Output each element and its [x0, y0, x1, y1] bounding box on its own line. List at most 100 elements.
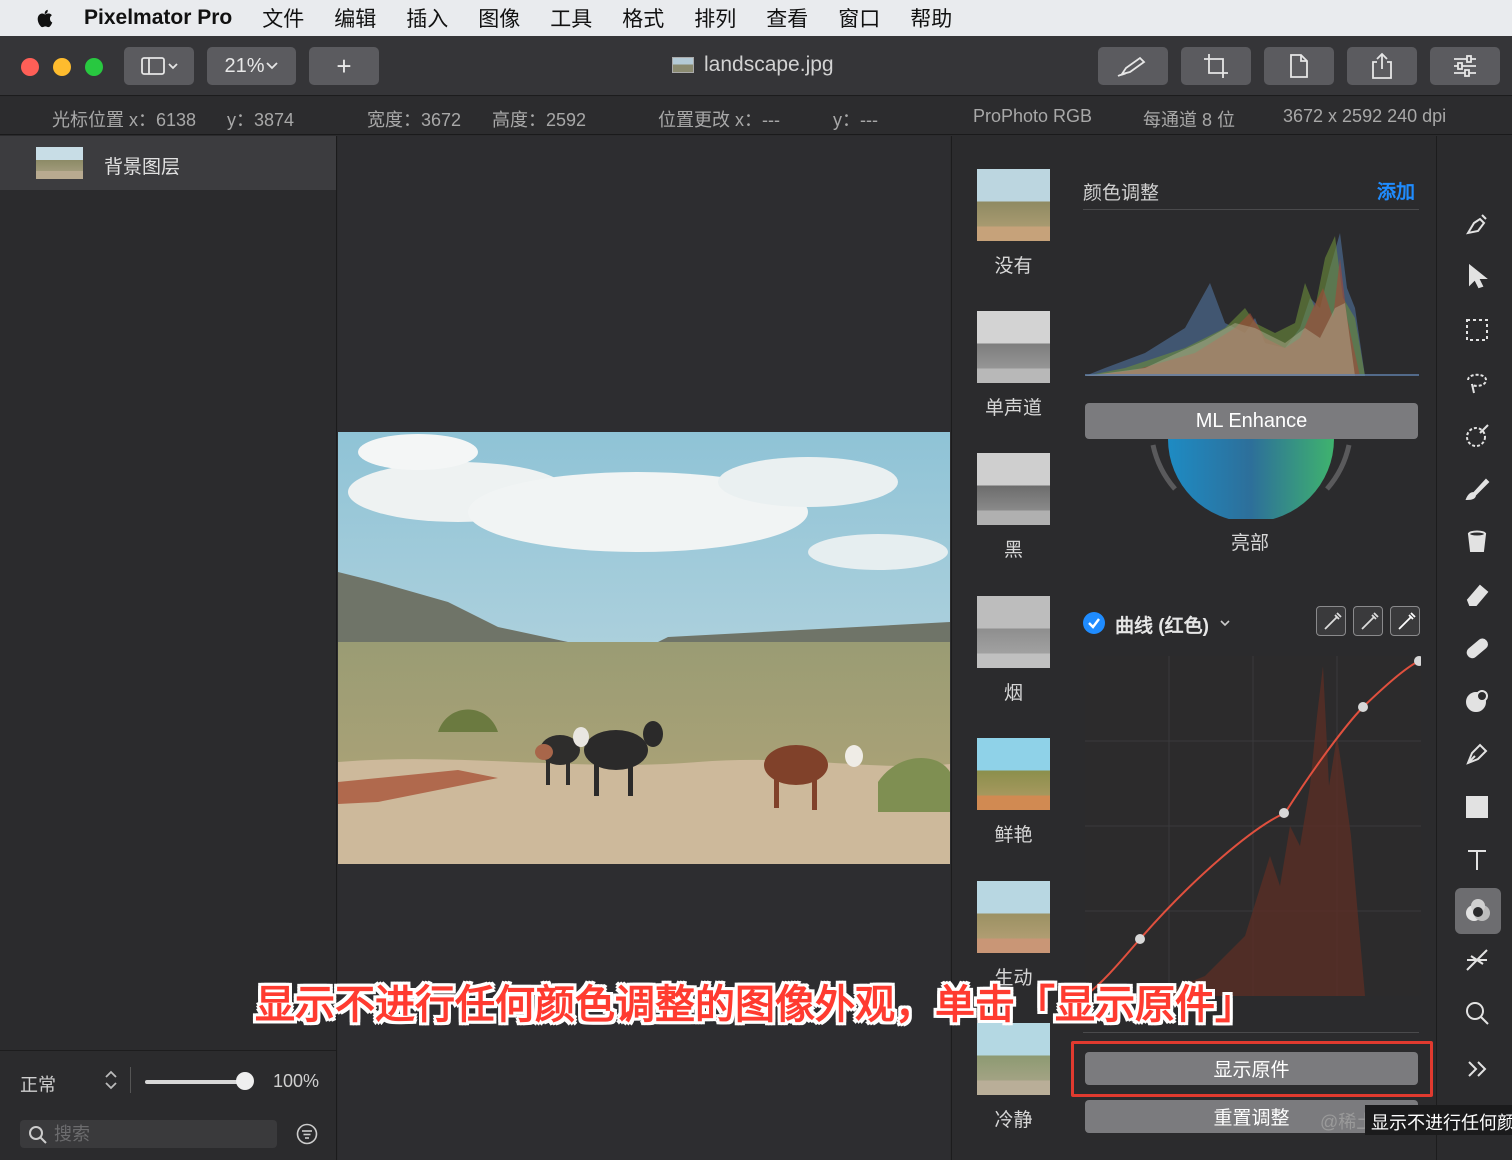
- search-input[interactable]: [54, 1122, 264, 1146]
- share-button[interactable]: [1347, 47, 1417, 85]
- menu-window[interactable]: 窗口: [838, 3, 880, 33]
- landscape-photo[interactable]: [338, 432, 950, 864]
- shape-tool[interactable]: [1459, 789, 1495, 825]
- apple-logo-icon[interactable]: [34, 7, 54, 29]
- divider: [130, 1067, 131, 1093]
- menu-edit[interactable]: 编辑: [334, 3, 376, 33]
- filter-icon[interactable]: [296, 1123, 318, 1145]
- color-wheel[interactable]: [1131, 439, 1371, 519]
- magnifier-icon: [1466, 1002, 1489, 1025]
- select-tool[interactable]: [1459, 259, 1495, 295]
- cursor-x: 光标位置 x：6138: [52, 110, 197, 130]
- menu-arrange[interactable]: 排列: [694, 3, 736, 33]
- effects-tool[interactable]: [1459, 942, 1495, 978]
- cursor-y: y：3874: [227, 110, 295, 130]
- format-button[interactable]: [1264, 47, 1334, 85]
- close-window-button[interactable]: [21, 58, 39, 76]
- preset-black[interactable]: 黑: [977, 453, 1050, 562]
- preset-thumbnail: [977, 881, 1050, 953]
- blend-mode-select[interactable]: 正常: [20, 1071, 56, 1097]
- tools-strip: [1436, 136, 1512, 1160]
- preset-thumbnail: [977, 1023, 1050, 1095]
- menu-file[interactable]: 文件: [262, 3, 304, 33]
- menu-view[interactable]: 查看: [766, 3, 808, 33]
- sparkle-icon: [1466, 949, 1488, 971]
- app-name-menu[interactable]: Pixelmator Pro: [84, 6, 232, 30]
- pen-tool[interactable]: [1459, 736, 1495, 772]
- preset-thumbnail: [977, 738, 1050, 810]
- preset-label: 黑: [1003, 540, 1023, 561]
- zoom-window-button[interactable]: [85, 58, 103, 76]
- eyedropper-icon: [1324, 612, 1342, 630]
- menu-insert[interactable]: 插入: [406, 3, 448, 33]
- lasso-tool[interactable]: [1459, 365, 1495, 401]
- preset-label: 鲜艳: [994, 825, 1033, 846]
- gray-point-eyedropper[interactable]: [1353, 606, 1383, 636]
- eyedropper-icon: [1361, 612, 1379, 630]
- pen-tool-icon: [1117, 56, 1146, 77]
- preset-vivid[interactable]: 鲜艳: [977, 738, 1050, 847]
- tutorial-caption: 显示不进行任何颜色调整的图像外观，单击「显示原件」: [255, 983, 1255, 1027]
- annotate-button[interactable]: [1098, 47, 1168, 85]
- chevron-down-icon: [265, 62, 278, 70]
- zoom-dropdown[interactable]: 21%: [207, 47, 296, 85]
- add-adjustment-button[interactable]: 添加: [1377, 177, 1415, 204]
- layers-search-field[interactable]: [20, 1120, 277, 1148]
- wheel-label: 亮部: [1231, 533, 1270, 554]
- color-adjust-tool[interactable]: [1455, 888, 1501, 934]
- add-button[interactable]: +: [309, 47, 379, 85]
- preset-smoke[interactable]: 烟: [977, 596, 1050, 705]
- preset-label: 单声道: [984, 398, 1042, 419]
- menu-image[interactable]: 图像: [478, 3, 520, 33]
- preset-none[interactable]: 没有: [977, 169, 1050, 278]
- square-icon: [1466, 796, 1488, 818]
- layer-row-background[interactable]: 背景图层: [0, 136, 336, 190]
- menu-format[interactable]: 格式: [622, 3, 664, 33]
- erase-tool[interactable]: [1459, 577, 1495, 613]
- opacity-slider-knob[interactable]: [236, 1072, 254, 1090]
- ml-enhance-button[interactable]: ML Enhance: [1085, 403, 1418, 439]
- chevron-down-icon[interactable]: [1219, 618, 1231, 628]
- checkmark-icon: [1088, 618, 1100, 629]
- image-height: 高度：2592: [492, 110, 587, 130]
- fill-tool[interactable]: [1459, 524, 1495, 560]
- color-adjust-icon: [1466, 899, 1490, 921]
- eraser-icon: [1466, 584, 1489, 606]
- menu-tools[interactable]: 工具: [550, 3, 592, 33]
- white-point-eyedropper[interactable]: [1390, 606, 1420, 636]
- retouch-tool[interactable]: [1459, 630, 1495, 666]
- curves-enabled-checkbox[interactable]: [1083, 612, 1105, 634]
- document-icon: [1290, 54, 1308, 78]
- arrange-tool[interactable]: [1459, 206, 1495, 242]
- zoom-tool[interactable]: [1459, 995, 1495, 1031]
- menu-help[interactable]: 帮助: [910, 3, 952, 33]
- image-dimensions: 3672 x 2592 240 dpi: [1283, 106, 1447, 126]
- text-icon: [1468, 850, 1486, 870]
- rect-select-tool[interactable]: [1459, 312, 1495, 348]
- cursor-arrow-icon: [1469, 264, 1488, 289]
- opacity-slider[interactable]: [145, 1080, 245, 1084]
- up-down-chevron-icon[interactable]: [104, 1069, 118, 1091]
- document-thumbnail-icon: [672, 57, 694, 73]
- curves-channel-dropdown[interactable]: 曲线 (红色): [1115, 611, 1209, 638]
- clone-tool[interactable]: [1459, 683, 1495, 719]
- adjust-settings-button[interactable]: [1430, 47, 1500, 85]
- magic-select-tool[interactable]: [1459, 418, 1495, 454]
- preset-calm[interactable]: 冷静: [977, 1023, 1050, 1132]
- paint-bucket-icon: [1467, 530, 1487, 552]
- hand-paint-icon: [1465, 214, 1487, 235]
- divider: [1083, 1032, 1419, 1033]
- preset-mono[interactable]: 单声道: [977, 311, 1050, 420]
- crop-button[interactable]: [1181, 47, 1251, 85]
- layer-thumbnail: [36, 147, 83, 179]
- paint-tool[interactable]: [1459, 471, 1495, 507]
- minimize-window-button[interactable]: [53, 58, 71, 76]
- sliders-icon: [1454, 55, 1476, 77]
- more-tools-button[interactable]: [1459, 1051, 1495, 1087]
- curves-editor[interactable]: [1085, 656, 1421, 996]
- sidebar-toggle-button[interactable]: [124, 47, 194, 85]
- highlight-box: [1071, 1041, 1433, 1097]
- tooltip-fragment: 显示不进行任何颜: [1365, 1105, 1512, 1135]
- black-point-eyedropper[interactable]: [1316, 606, 1346, 636]
- type-tool[interactable]: [1459, 842, 1495, 878]
